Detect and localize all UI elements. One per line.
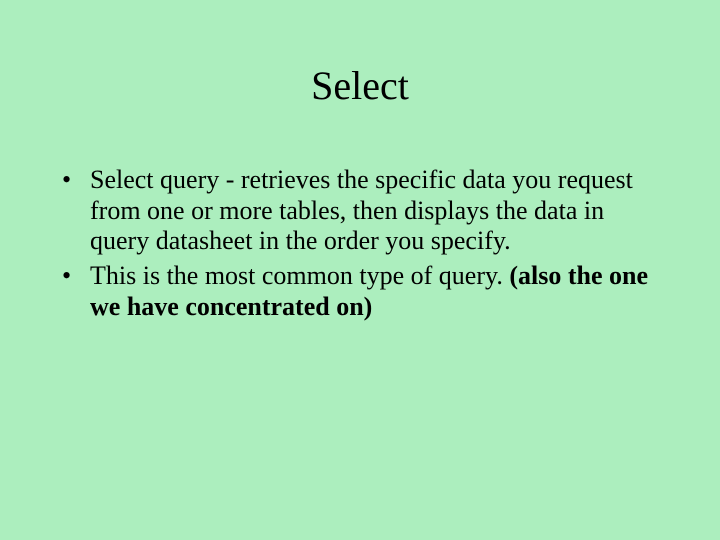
bullet-list: Select query - retrieves the specific da… [62,165,660,322]
slide: Select Select query - retrieves the spec… [0,0,720,540]
bullet-text: Select query - retrieves the specific da… [90,165,633,255]
list-item: Select query - retrieves the specific da… [62,165,660,257]
bullet-text: This is the most common type of query. [90,261,509,290]
slide-title: Select [0,62,720,109]
list-item: This is the most common type of query. (… [62,261,660,322]
slide-body: Select query - retrieves the specific da… [62,165,660,326]
